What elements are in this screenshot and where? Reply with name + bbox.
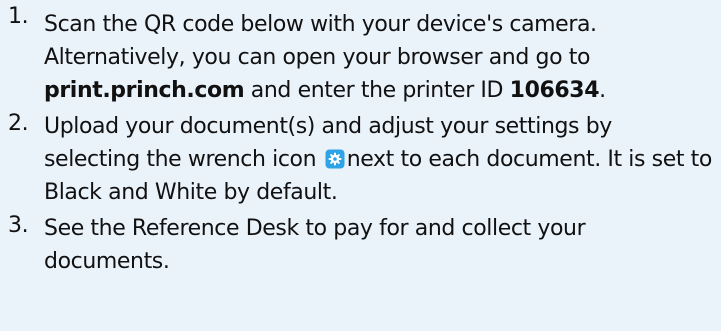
wrench-settings-icon: [325, 146, 345, 169]
instruction-steps-list: 1. Scan the QR code below with your devi…: [0, 0, 721, 278]
instructions-panel: 1. Scan the QR code below with your devi…: [0, 0, 721, 331]
step-text: and enter the printer ID: [244, 78, 510, 103]
step-number: 1.: [8, 4, 29, 29]
step-text: Scan the QR code below with your device'…: [44, 12, 597, 70]
step-text: See the Reference Desk to pay for and co…: [44, 216, 586, 274]
step-text: .: [599, 78, 606, 103]
instruction-step-2: 2. Upload your document(s) and adjust yo…: [0, 107, 721, 209]
instruction-step-3: 3. See the Reference Desk to pay for and…: [0, 209, 721, 278]
printer-id: 106634: [509, 78, 600, 103]
print-url: print.princh.com: [44, 78, 245, 103]
step-number: 2.: [8, 111, 29, 136]
step-number: 3.: [8, 213, 29, 238]
instruction-step-1: 1. Scan the QR code below with your devi…: [0, 0, 721, 107]
